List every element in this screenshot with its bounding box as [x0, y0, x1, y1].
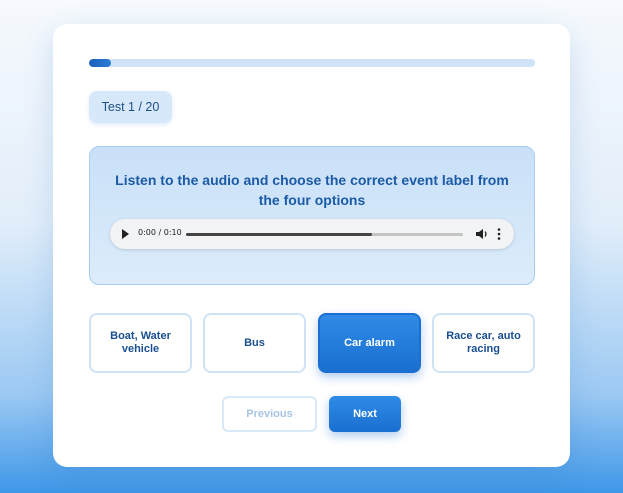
progress-fill [89, 59, 112, 67]
test-counter-badge: Test 1 / 20 [89, 91, 172, 123]
question-panel: Listen to the audio and choose the corre… [89, 146, 535, 285]
option-car-alarm[interactable]: Car alarm [318, 313, 421, 373]
previous-button[interactable]: Previous [222, 396, 317, 432]
next-button[interactable]: Next [329, 396, 401, 432]
audio-player[interactable]: 0:00 / 0:10 [110, 219, 514, 249]
option-bus[interactable]: Bus [203, 313, 306, 373]
question-text: Listen to the audio and choose the corre… [115, 172, 509, 208]
answer-options: Boat, Water vehicle Bus Car alarm Race c… [89, 313, 535, 373]
audio-seek-fill [186, 233, 372, 236]
more-vert-icon[interactable] [497, 227, 501, 241]
play-icon[interactable] [122, 229, 129, 239]
volume-icon[interactable] [475, 228, 489, 240]
audio-time: 0:00 / 0:10 [138, 228, 182, 237]
option-boat-water-vehicle[interactable]: Boat, Water vehicle [89, 313, 192, 373]
progress-bar [89, 59, 535, 67]
option-race-car-auto-racing[interactable]: Race car, auto racing [432, 313, 535, 373]
audio-seek-bar[interactable] [186, 233, 463, 236]
quiz-card: Test 1 / 20 Listen to the audio and choo… [53, 24, 570, 467]
